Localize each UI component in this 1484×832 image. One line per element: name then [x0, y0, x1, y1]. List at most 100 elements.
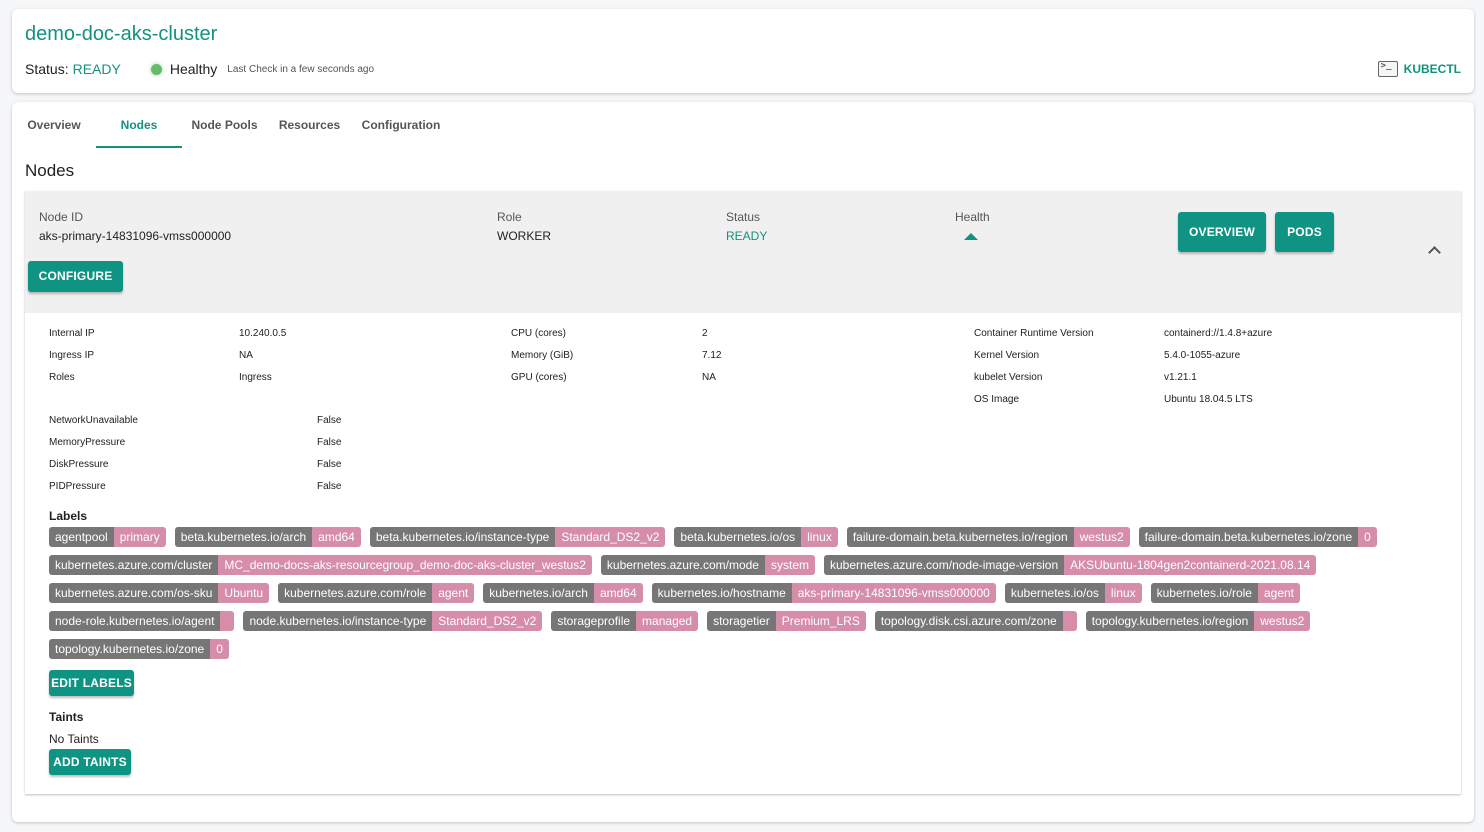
label-chip: node.kubernetes.io/instance-type Standard…: [243, 611, 543, 631]
label-value: Ubuntu: [218, 583, 270, 603]
label-value: agent: [1257, 583, 1301, 603]
condition-value: False: [317, 459, 342, 470]
info-value: 5.4.0-1055-azure: [1164, 350, 1241, 361]
health-dot-icon: [150, 63, 162, 75]
label-chip: kubernetes.io/os linux: [1004, 583, 1142, 603]
label-value: amd64: [312, 527, 361, 547]
label-chip: storageprofile managed: [551, 611, 699, 631]
label-chip: topology.kubernetes.io/region westus2: [1085, 611, 1311, 631]
status-label: Status:: [25, 61, 69, 77]
info-label: CPU (cores): [511, 328, 567, 339]
overview-button[interactable]: OVERVIEW: [1178, 212, 1266, 252]
node-id-value: aks-primary-14831096-vmss000000: [39, 229, 232, 243]
label-key: beta.kubernetes.io/arch: [174, 527, 313, 547]
chevron-up-icon[interactable]: [1428, 246, 1441, 259]
tab-resources[interactable]: Resources: [267, 102, 352, 148]
info-label: kubelet Version: [974, 372, 1043, 383]
label-chip: kubernetes.io/role agent: [1150, 583, 1301, 603]
label-key: kubernetes.io/os: [1004, 583, 1105, 603]
label-key: kubernetes.azure.com/os-sku: [49, 583, 219, 603]
label-chip: failure-domain.beta.kubernetes.io/region…: [846, 527, 1130, 547]
info-value: NA: [239, 350, 253, 361]
label-chip: kubernetes.azure.com/mode system: [600, 555, 815, 575]
label-key: storageprofile: [551, 611, 637, 631]
condition-value: False: [317, 437, 342, 448]
label-key: kubernetes.azure.com/mode: [600, 555, 765, 575]
label-value: linux: [1104, 583, 1142, 603]
taints-title: Taints: [49, 710, 84, 724]
node-status-value: READY: [726, 229, 768, 243]
kubectl-button[interactable]: KUBECTL: [1377, 61, 1461, 77]
add-taints-button[interactable]: ADD TAINTS: [49, 749, 131, 775]
label-value: westus2: [1254, 611, 1311, 631]
label-key: kubernetes.azure.com/cluster: [49, 555, 219, 575]
condition-label: MemoryPressure: [49, 437, 126, 448]
node-status-label: Status: [726, 210, 761, 224]
label-chip: failure-domain.beta.kubernetes.io/zone 0: [1138, 527, 1377, 547]
cluster-title: demo-doc-aks-cluster: [25, 23, 218, 45]
kubectl-label: KUBECTL: [1403, 62, 1461, 76]
info-label: Roles: [49, 372, 75, 383]
label-chip: kubernetes.azure.com/cluster MC_demo-docs…: [49, 555, 592, 575]
info-value: containerd://1.4.8+azure: [1164, 328, 1273, 339]
label-key: kubernetes.azure.com/role: [278, 583, 433, 603]
info-value: 2: [702, 328, 708, 339]
label-key: node-role.kubernetes.io/agent: [49, 611, 221, 631]
triangle-up-icon: [964, 233, 978, 240]
condition-label: DiskPressure: [49, 459, 109, 470]
label-chip: node-role.kubernetes.io/agent: [49, 611, 235, 631]
label-key: kubernetes.io/hostname: [651, 583, 792, 603]
label-key: topology.disk.csi.azure.com/zone: [874, 611, 1063, 631]
role-value: WORKER: [497, 229, 551, 243]
tab-configuration[interactable]: Configuration: [352, 102, 450, 148]
info-label: GPU (cores): [511, 372, 567, 383]
label-key: failure-domain.beta.kubernetes.io/region: [846, 527, 1074, 547]
label-chip: storagetier Premium_LRS: [707, 611, 866, 631]
label-value: amd64: [593, 583, 643, 603]
no-taints-text: No Taints: [49, 732, 99, 746]
info-value: v1.21.1: [1164, 372, 1197, 383]
tab-nodes[interactable]: Nodes: [96, 102, 182, 148]
tab-overview[interactable]: Overview: [12, 102, 96, 148]
label-value: [1062, 611, 1077, 631]
label-value: MC_demo-docs-aks-resourcegroup_demo-doc-…: [218, 555, 592, 575]
label-value: Premium_LRS: [775, 611, 866, 631]
condition-value: False: [317, 481, 342, 492]
edit-labels-button[interactable]: EDIT LABELS: [49, 670, 134, 696]
label-key: storagetier: [707, 611, 776, 631]
label-value: Standard_DS2_v2: [432, 611, 543, 631]
label-value: AKSUbuntu-1804gen2containerd-2021.08.14: [1064, 555, 1317, 575]
label-chip: beta.kubernetes.io/arch amd64: [174, 527, 361, 547]
info-label: Container Runtime Version: [974, 328, 1094, 339]
label-chip: topology.kubernetes.io/zone 0: [49, 639, 229, 659]
label-chip: kubernetes.azure.com/os-sku Ubuntu: [49, 583, 270, 603]
label-key: node.kubernetes.io/instance-type: [243, 611, 433, 631]
label-chip: kubernetes.azure.com/node-image-version A…: [824, 555, 1317, 575]
info-label: Memory (GiB): [511, 350, 574, 361]
label-value: agent: [432, 583, 475, 603]
label-value: Standard_DS2_v2: [555, 527, 666, 547]
condition-label: PIDPressure: [49, 481, 106, 492]
labels-list: agentpool primary beta.kubernetes.io/arch a…: [49, 527, 1419, 659]
label-chip: kubernetes.azure.com/role agent: [278, 583, 475, 603]
cluster-status-row: Status: READY Healthy Last Check in a fe…: [25, 61, 374, 77]
section-title: Nodes: [25, 161, 75, 180]
label-key: beta.kubernetes.io/instance-type: [369, 527, 556, 547]
status-value: READY: [72, 61, 121, 77]
label-key: kubernetes.io/role: [1150, 583, 1258, 603]
node-header[interactable]: Node ID aks-primary-14831096-vmss000000 …: [25, 191, 1461, 313]
configure-button[interactable]: CONFIGURE: [28, 261, 123, 292]
info-value: 10.240.0.5: [239, 328, 287, 339]
main-card: Overview Nodes Node Pools Resources Conf…: [12, 102, 1474, 822]
pods-button[interactable]: PODS: [1275, 212, 1334, 252]
last-check-text: Last Check in a few seconds ago: [227, 63, 375, 75]
info-value: NA: [702, 372, 716, 383]
label-chip: agentpool primary: [49, 527, 166, 547]
labels-title: Labels: [49, 509, 88, 523]
label-value: [220, 611, 235, 631]
tab-node-pools[interactable]: Node Pools: [182, 102, 267, 148]
label-value: aks-primary-14831096-vmss000000: [791, 583, 996, 603]
tab-bar: Overview Nodes Node Pools Resources Conf…: [12, 102, 450, 148]
label-value: westus2: [1073, 527, 1130, 547]
label-key: agentpool: [49, 527, 114, 547]
